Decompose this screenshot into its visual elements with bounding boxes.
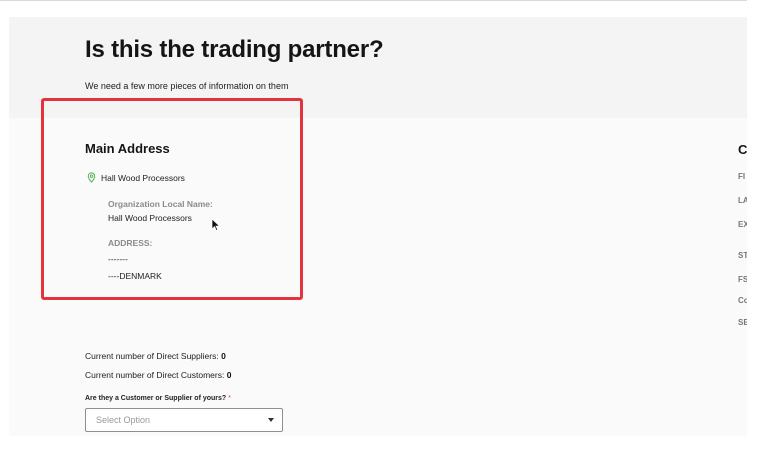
mouse-cursor-icon [211, 218, 221, 232]
bottom-margin [0, 436, 767, 450]
direct-customers-label: Current number of Direct Customers: [85, 370, 225, 380]
direct-suppliers-label: Current number of Direct Suppliers: [85, 351, 219, 361]
select-placeholder: Select Option [96, 415, 151, 425]
page-title: Is this the trading partner? [85, 36, 384, 63]
direct-customers-stat: Current number of Direct Customers: 0 [85, 370, 231, 380]
right-column-item: FI [738, 172, 746, 181]
relationship-question-label: Are they a Customer or Supplier of yours… [85, 395, 227, 402]
top-divider [0, 0, 767, 1]
required-marker: * [228, 395, 231, 402]
relationship-select[interactable]: Select Option [85, 408, 283, 432]
chevron-down-icon[interactable] [268, 418, 274, 422]
highlight-annotation [41, 98, 303, 300]
relationship-question: Are they a Customer or Supplier of yours… [85, 395, 231, 402]
direct-suppliers-stat: Current number of Direct Suppliers: 0 [85, 351, 226, 361]
right-margin [747, 0, 767, 450]
page-subtitle: We need a few more pieces of information… [85, 81, 289, 91]
direct-suppliers-count: 0 [221, 351, 226, 361]
direct-customers-count: 0 [226, 370, 232, 380]
right-column-title: C [738, 142, 748, 157]
